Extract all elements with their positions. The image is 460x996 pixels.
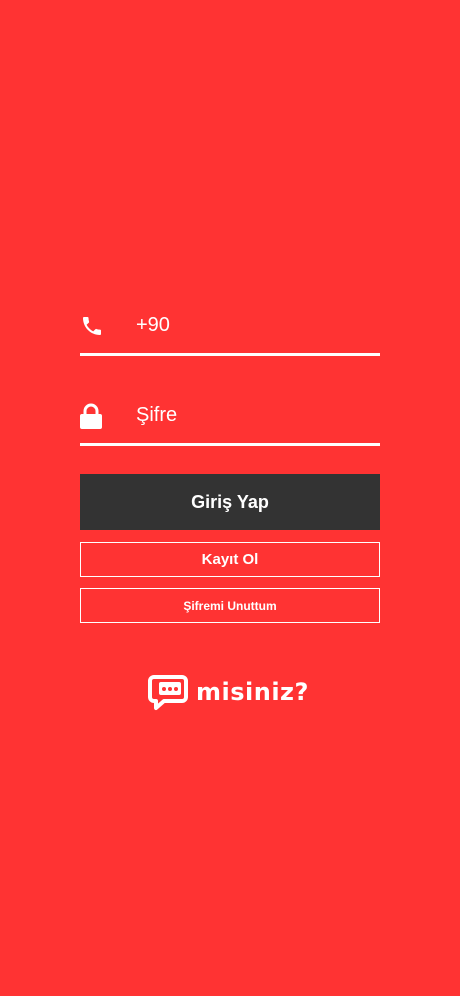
lock-icon (80, 403, 104, 429)
login-button[interactable]: Giriş Yap (80, 474, 380, 530)
password-input[interactable] (136, 399, 376, 431)
phone-field (80, 303, 380, 356)
logo: misiniz? (146, 670, 309, 714)
logo-text: misiniz? (196, 678, 309, 706)
phone-input[interactable] (136, 309, 376, 341)
password-field (80, 393, 380, 446)
chat-bubble-icon (146, 671, 190, 713)
register-button[interactable]: Kayıt Ol (80, 542, 380, 577)
forgot-password-button[interactable]: Şifremi Unuttum (80, 588, 380, 623)
phone-icon (80, 313, 104, 339)
